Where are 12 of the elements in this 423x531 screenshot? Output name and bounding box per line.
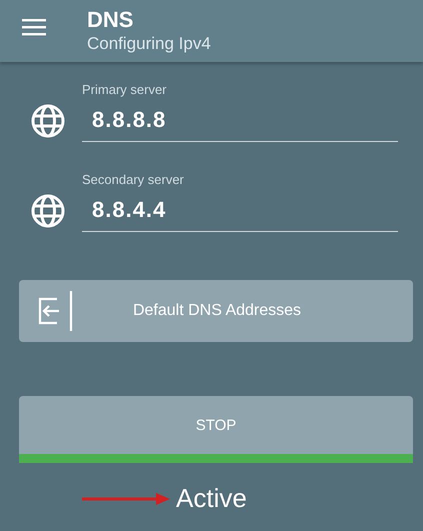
arrow-icon	[82, 492, 170, 506]
globe-icon	[31, 194, 65, 228]
screen-subtitle: Configuring Ipv4	[87, 33, 211, 55]
sign-in-icon	[37, 291, 73, 331]
field-label: Primary server	[82, 82, 168, 97]
globe-icon	[31, 104, 65, 138]
status-text: Active	[176, 483, 247, 514]
field-label: Secondary server	[82, 172, 185, 187]
server-input-field[interactable]: 8.8.8.8	[82, 99, 398, 142]
menu-icon[interactable]	[22, 18, 46, 36]
screen-title: DNS	[87, 7, 134, 33]
server-input-field[interactable]: 8.8.4.4	[82, 189, 398, 232]
